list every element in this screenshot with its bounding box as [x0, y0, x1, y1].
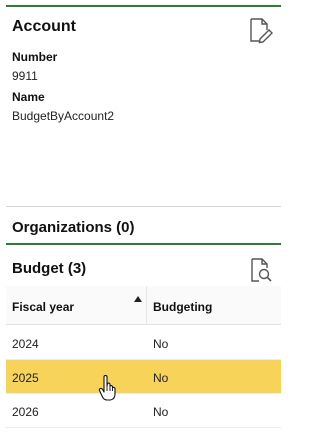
edit-account-button[interactable] [246, 16, 274, 44]
organizations-panel: Organizations (0) [6, 206, 281, 243]
budgeting-cell: No [153, 371, 169, 385]
column-header-fiscal-year[interactable]: Fiscal year [12, 300, 74, 314]
number-value: 9911 [12, 69, 38, 83]
table-row[interactable]: 2024 No [6, 326, 281, 360]
name-label: Name [12, 90, 45, 104]
budgeting-cell: No [153, 405, 169, 419]
budgeting-cell: No [153, 337, 169, 351]
document-search-icon [251, 258, 272, 282]
name-value: BudgetByAccount2 [12, 109, 115, 123]
budget-table-header: Fiscal year Budgeting [6, 286, 281, 325]
sort-ascending-icon[interactable] [134, 296, 142, 302]
table-row[interactable]: 2026 No [6, 394, 281, 428]
fiscal-year-cell: 2024 [12, 337, 39, 351]
fiscal-year-cell: 2025 [12, 371, 39, 385]
column-divider [146, 286, 147, 325]
budget-panel: Budget (3) Fiscal year Budgeting 2024 No… [6, 243, 281, 432]
fiscal-year-cell: 2026 [12, 405, 39, 419]
budget-title: Budget (3) [12, 260, 87, 277]
search-budget-button[interactable] [248, 256, 274, 284]
account-panel: Account Number 9911 Name BudgetByAccount… [6, 5, 281, 205]
column-header-budgeting[interactable]: Budgeting [153, 300, 212, 314]
table-row-selected[interactable]: 2025 No [6, 360, 281, 394]
number-label: Number [12, 50, 58, 64]
organizations-title[interactable]: Organizations (0) [12, 219, 135, 236]
edit-document-icon [250, 18, 273, 44]
account-title: Account [12, 18, 76, 35]
